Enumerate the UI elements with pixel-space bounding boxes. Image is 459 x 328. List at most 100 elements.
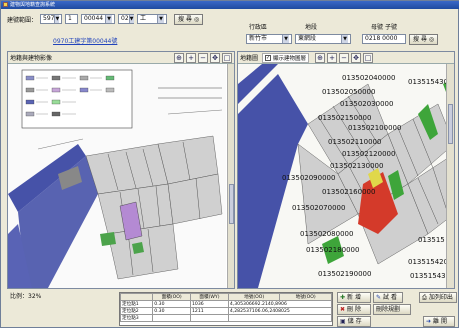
table-cell: 0.30 [152, 300, 191, 308]
table-cell [152, 314, 191, 322]
left-panel-header: 地籍與建物影像 ⊕ + − ✥ □ [8, 52, 234, 64]
district-label: 行政區 [249, 24, 268, 31]
building-field-3[interactable]: 00044 ▼ [81, 14, 116, 24]
right-map-panel: 地籍圖 ✓ 顯示建物圖層 ⊕ + − ✥ □ 013502040000 0135… [237, 51, 455, 289]
title-bar: 建物與地籍查詢系統 [1, 1, 459, 9]
parcel-label: 013502110000 [328, 138, 381, 146]
chevron-down-icon: ▼ [128, 15, 134, 23]
chevron-down-icon: ▼ [157, 15, 165, 23]
add-button[interactable]: ✚ 新 增 [337, 292, 371, 303]
parcel-label: 013502160000 [322, 188, 375, 196]
save-icon: ▣ [340, 318, 346, 325]
col-header: 面積(WY) [190, 293, 229, 301]
fullscreen-icon[interactable]: □ [363, 52, 374, 63]
building-range-label: 建號範圍： [7, 16, 38, 24]
scroll-thumb[interactable] [448, 104, 453, 144]
chevron-down-icon: ▼ [341, 35, 348, 43]
parcel-label: 01351543 [410, 272, 446, 280]
save-button[interactable]: ▣ 儲 存 [337, 316, 371, 327]
test-icon: ✎ [376, 294, 382, 301]
building-result-link[interactable]: 0970工建字第00044號 [53, 36, 117, 45]
move-icon[interactable]: ✥ [210, 52, 220, 63]
right-panel-title: 地籍圖 [240, 55, 259, 62]
right-vertical-scrollbar[interactable] [446, 64, 454, 288]
parcel-label: 013515 [418, 236, 445, 244]
table-row[interactable]: 定位點2 0.30 1211 4,282537106.06,2408025 [120, 307, 332, 315]
fullscreen-icon[interactable]: □ [222, 52, 232, 63]
checkbox-label: 顯示建物圖層 [273, 55, 307, 62]
parcel-label: 013502080000 [300, 230, 353, 238]
table-cell: 0.30 [152, 307, 191, 315]
exit-button[interactable]: ➜ 離 開 [423, 316, 455, 327]
building-query-bar: 建號範圍： 597 ▼ 1 00044 ▼ 02 ▼ 工 ▼ 搜 尋 ◎ [7, 11, 229, 27]
parcel-label: 013502090000 [282, 174, 335, 182]
section-select[interactable]: 東網段 ▼ [295, 34, 351, 44]
section-label: 地段 [305, 24, 318, 31]
table-cell: 1211 [190, 307, 229, 315]
coordinate-table: 面積(OO) 面積(WY) 地號(OO) 地號(OO) 定位點1 0.30 10… [119, 292, 333, 326]
binoculars-icon: ◎ [428, 35, 435, 43]
parcel-label: 013502180000 [306, 246, 359, 254]
chevron-down-icon: ▼ [282, 35, 289, 43]
parcel-label: 013502070000 [292, 204, 345, 212]
window-title: 建物與地籍查詢系統 [10, 2, 56, 8]
delete-button[interactable]: ✖ 刪 除 [337, 304, 371, 315]
table-cell: 定位點3 [120, 314, 154, 322]
table-cell: 定位點2 [120, 307, 154, 315]
table-cell [190, 314, 229, 322]
col-header [120, 293, 154, 301]
building-layer-toggle[interactable]: ✓ 顯示建物圖層 [262, 52, 310, 63]
scroll-thumb[interactable] [229, 184, 234, 224]
app-window: 建物與地籍查詢系統 建號範圍： 597 ▼ 1 00044 ▼ 02 ▼ 工 ▼ 搜 尋… [0, 0, 459, 328]
zoom-in-icon[interactable]: + [186, 52, 196, 63]
test-button[interactable]: ✎ 試 看 [373, 292, 403, 303]
parcel-search-button[interactable]: 搜 尋 ◎ [409, 33, 439, 45]
parcel-label: 013502130000 [330, 162, 383, 170]
col-header: 地號(OO) [279, 293, 332, 301]
left-panel-title: 地籍與建物影像 [10, 55, 53, 62]
parcel-label: 013502150000 [318, 114, 371, 122]
delete-icon: ✖ [340, 306, 346, 313]
binoculars-icon: ◎ [193, 15, 200, 23]
scale-status: 比例：32% [10, 293, 42, 300]
parcel-label: 013502040000 [342, 74, 395, 82]
building-field-5[interactable]: 工 ▼ [137, 14, 168, 24]
print-icon: ⎙ [422, 294, 427, 301]
building-field-2[interactable]: 1 [65, 14, 79, 24]
move-icon[interactable]: ✥ [351, 52, 362, 63]
district-select[interactable]: 新竹市 ▼ [246, 34, 292, 44]
parcel-number-label: 母號 子號 [371, 24, 397, 31]
left-vertical-scrollbar[interactable] [227, 64, 234, 288]
zoom-out-icon[interactable]: − [339, 52, 350, 63]
col-header: 面積(OO) [152, 293, 191, 301]
pan-icon[interactable]: ⊕ [315, 52, 326, 63]
zoom-out-icon[interactable]: − [198, 52, 208, 63]
checkbox[interactable]: ✓ [265, 54, 272, 61]
table-cell: 4,305306692.2140,8906 [227, 300, 332, 308]
left-map-image[interactable] [8, 64, 226, 288]
parcel-label: 013502030000 [340, 100, 393, 108]
parcel-number-input[interactable]: 0218 0000 [362, 34, 406, 44]
add-icon: ✚ [340, 294, 346, 301]
table-row[interactable]: 定位點1 0.30 1036 4,305306692.2140,8906 [120, 300, 332, 308]
print-button[interactable]: ⎙ 加列印出 [419, 292, 457, 303]
right-panel-header: 地籍圖 ✓ 顯示建物圖層 ⊕ + − ✥ □ [238, 52, 454, 64]
parcel-label: 013502120000 [342, 150, 395, 158]
table-cell: 定位點1 [120, 300, 154, 308]
pan-icon[interactable]: ⊕ [174, 52, 184, 63]
table-row[interactable]: 定位點3 [120, 314, 332, 322]
building-search-button[interactable]: 搜 尋 ◎ [174, 13, 204, 25]
right-map-image[interactable]: 013502040000 013502050000 013502030000 0… [238, 64, 454, 288]
left-image-panel: 地籍與建物影像 ⊕ + − ✥ □ [7, 51, 235, 289]
zoom-in-icon[interactable]: + [327, 52, 338, 63]
chevron-down-icon: ▼ [105, 15, 113, 23]
chevron-down-icon: ▼ [54, 15, 60, 23]
building-field-4[interactable]: 02 ▼ [118, 14, 135, 24]
table-header-row: 面積(OO) 面積(WY) 地號(OO) 地號(OO) [120, 293, 332, 301]
delete-plan-button[interactable]: 刪除規劃 [373, 304, 411, 315]
parcel-label: 013502050000 [322, 88, 375, 96]
parcel-query-bar: 新竹市 ▼ 東網段 ▼ 0218 0000 搜 尋 ◎ [246, 31, 456, 47]
table-cell: 4,282537106.06,2408025 [227, 307, 332, 315]
table-cell: 1036 [190, 300, 229, 308]
building-field-1[interactable]: 597 ▼ [40, 14, 63, 24]
